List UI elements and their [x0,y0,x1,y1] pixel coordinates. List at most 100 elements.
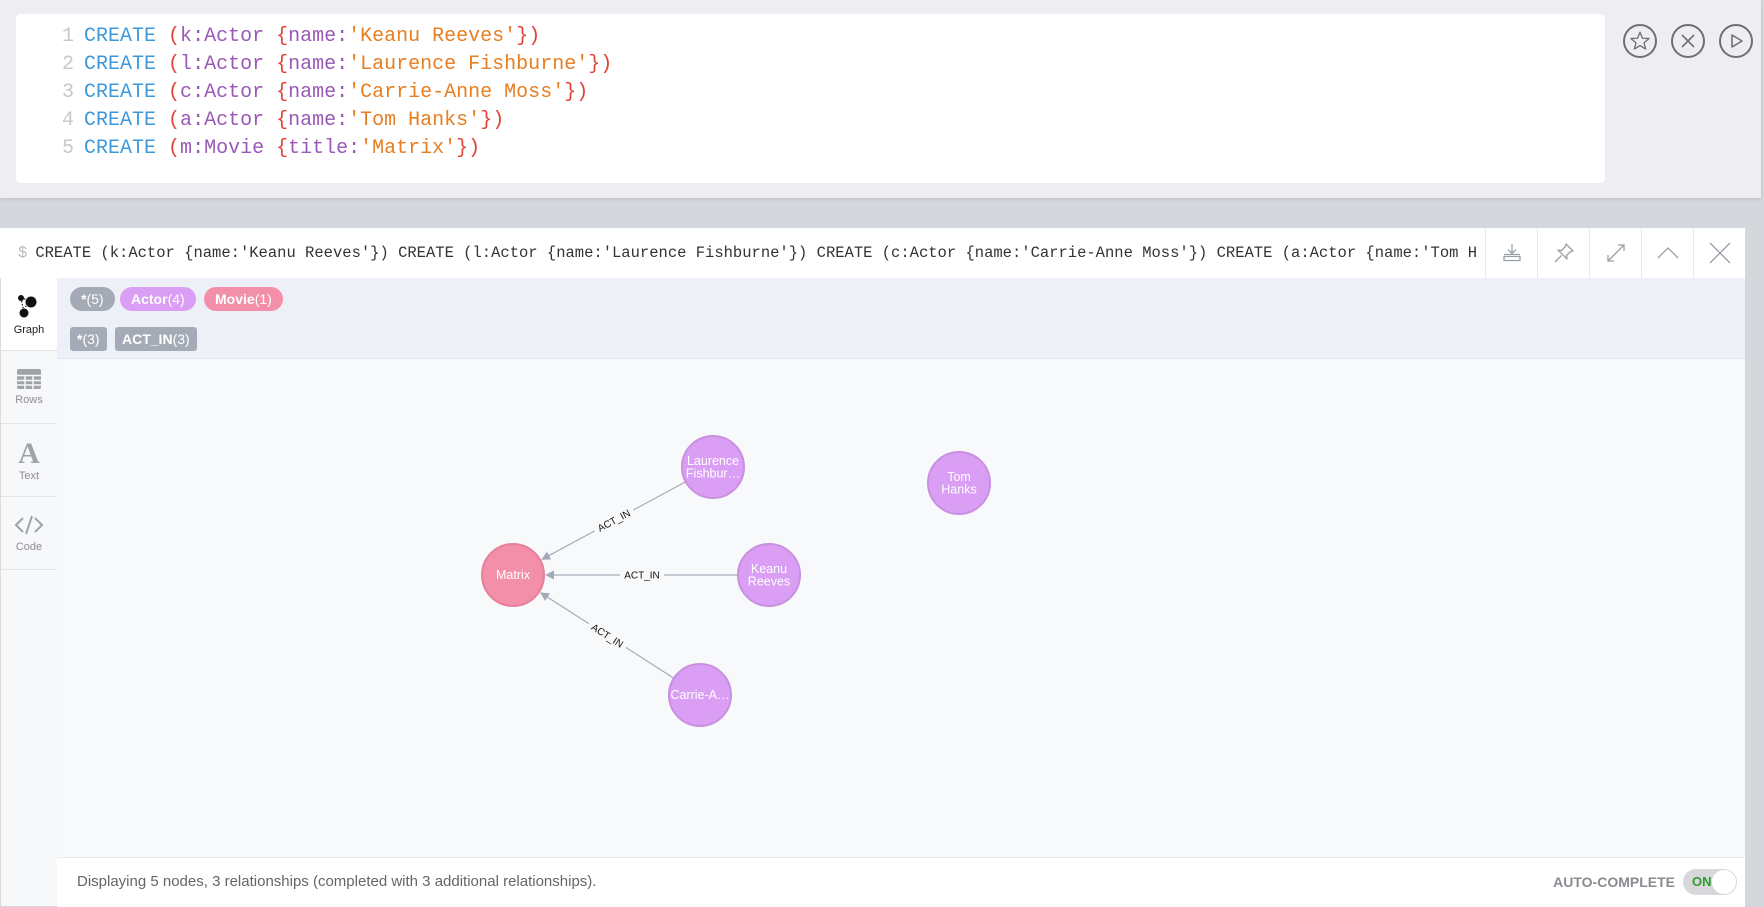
node-labels-bar: *(5) Actor(4) Movie(1) [57,278,1745,319]
node-label-movie[interactable]: Movie(1) [204,287,283,311]
autocomplete-toggle[interactable]: ON [1683,869,1737,895]
clear-button[interactable] [1671,24,1705,58]
keyword: CREATE [84,53,157,76]
frame-command[interactable]: $ CREATE (k:Actor {name:'Keanu Reeves'}) … [18,228,1478,278]
keyword: CREATE [84,81,157,104]
autocomplete-control: AUTO-COMPLETE ON [1553,869,1737,895]
relationship-line[interactable] [632,481,687,511]
expand-icon [1606,244,1625,262]
relationship-label: ACT_IN [589,622,625,650]
sidebar-item-rows[interactable]: Rows [1,351,57,424]
command-text: CREATE (k:Actor {name:'Keanu Reeves'}) C… [35,244,1478,262]
relationship-arrow[interactable] [541,530,595,560]
line-number: 3 [61,81,74,104]
node-a[interactable]: TomHanks [927,451,991,515]
var: m [180,137,193,160]
sidebar-item-label: Code [15,541,43,553]
status-bar: Displaying 5 nodes, 3 relationships (com… [57,857,1745,907]
keyword: CREATE [84,25,157,48]
node-l[interactable]: LaurenceFishbur… [681,435,745,499]
node-label: Actor [204,53,265,76]
value: 'Carrie-Anne Moss' [348,81,565,104]
node-label: Actor [204,109,265,132]
value: 'Matrix' [360,137,457,160]
editor-panel: 1 CREATE (k:Actor {name:'Keanu Reeves'}) … [0,0,1761,198]
node-label-actor[interactable]: Actor(4) [120,287,196,311]
svg-text:A: A [18,438,40,466]
star-icon [1630,31,1650,50]
close-frame-button[interactable] [1693,228,1745,278]
editor-actions [1623,24,1753,58]
relationship-line[interactable] [625,646,675,679]
keyword: CREATE [84,109,157,132]
node-k[interactable]: KeanuReeves [737,543,801,607]
prop: name [288,109,337,132]
play-icon [1731,34,1743,48]
value: 'Laurence Fishburne' [348,53,589,76]
sidebar-item-label: Graph [13,324,45,336]
frame-actions [1485,228,1745,278]
toggle-knob [1712,870,1736,894]
node-m[interactable]: Matrix [481,543,545,607]
code-line: 2 CREATE (l:Actor {name:'Laurence Fishbur… [16,51,612,79]
node-caption: Matrix [496,568,531,582]
sidebar-item-graph[interactable]: Graph [1,278,57,351]
line-number: 2 [61,53,74,76]
node-c[interactable]: Carrie-A… [668,663,732,727]
line-number: 1 [61,25,74,48]
sidebar-item-label: Text [18,470,40,482]
chevron-up-icon [1657,247,1678,259]
status-text: Displaying 5 nodes, 3 relationships (com… [77,873,597,890]
node-label-all[interactable]: *(5) [70,287,115,311]
download-button[interactable] [1485,228,1537,278]
view-sidebar: Graph Rows A Text Code [0,278,58,906]
close-icon [1681,34,1695,48]
node-caption: Hanks [941,482,976,496]
line-number: 4 [61,109,74,132]
query-editor[interactable]: 1 CREATE (k:Actor {name:'Keanu Reeves'}) … [16,14,1605,183]
result-frame: $ CREATE (k:Actor {name:'Keanu Reeves'}) … [0,228,1745,907]
graph-view: *(5) Actor(4) Movie(1) *(3) ACT_IN(3) AC… [57,278,1745,907]
sidebar-item-text[interactable]: A Text [1,424,57,497]
toggle-state: ON [1692,874,1712,889]
prop: title [288,137,349,160]
text-icon: A [18,438,40,466]
prop: name [288,53,337,76]
node-label: Actor [204,81,265,104]
graph-icon [18,295,37,318]
var: l [180,53,193,76]
relationship-label: ACT_IN [596,508,633,535]
run-button[interactable] [1719,24,1753,58]
value: 'Tom Hanks' [348,109,481,132]
pin-icon [1554,243,1574,263]
code-line: 1 CREATE (k:Actor {name:'Keanu Reeves'}) [16,23,540,51]
prompt-symbol: $ [18,244,28,262]
fullscreen-button[interactable] [1589,228,1641,278]
relationship-arrow[interactable] [540,592,590,625]
node-caption: Reeves [748,574,790,588]
relationship-l-m[interactable]: ACT_IN [541,481,687,560]
keyword: CREATE [84,137,157,160]
sidebar-item-code[interactable]: Code [1,497,57,570]
collapse-button[interactable] [1641,228,1693,278]
rel-type-all[interactable]: *(3) [70,327,107,351]
graph-canvas[interactable]: ACT_IN ACT_IN ACT_IN Matrix LaurenceFishbur… [57,358,1745,857]
favorite-button[interactable] [1623,24,1657,58]
line-number: 5 [61,137,74,160]
relationship-k-m[interactable]: ACT_IN [545,570,738,582]
var: a [180,109,193,132]
node-caption: Carrie-A… [670,688,729,702]
relationship-types-bar: *(3) ACT_IN(3) [57,318,1745,359]
pin-button[interactable] [1537,228,1589,278]
frame-command-bar: $ CREATE (k:Actor {name:'Keanu Reeves'}) … [0,228,1745,279]
code-line: 5 CREATE (m:Movie {title:'Matrix'}) [16,135,480,163]
relationship-c-m[interactable]: ACT_IN [540,592,675,679]
node-caption: Fishbur… [686,466,740,480]
prop: name [288,81,337,104]
rel-type-act-in[interactable]: ACT_IN(3) [115,327,197,351]
prop: name [288,25,337,48]
relationship-label: ACT_IN [624,571,660,582]
var: k [180,25,193,48]
code-line: 3 CREATE (c:Actor {name:'Carrie-Anne Moss… [16,79,588,107]
code-line: 4 CREATE (a:Actor {name:'Tom Hanks'}) [16,107,504,135]
